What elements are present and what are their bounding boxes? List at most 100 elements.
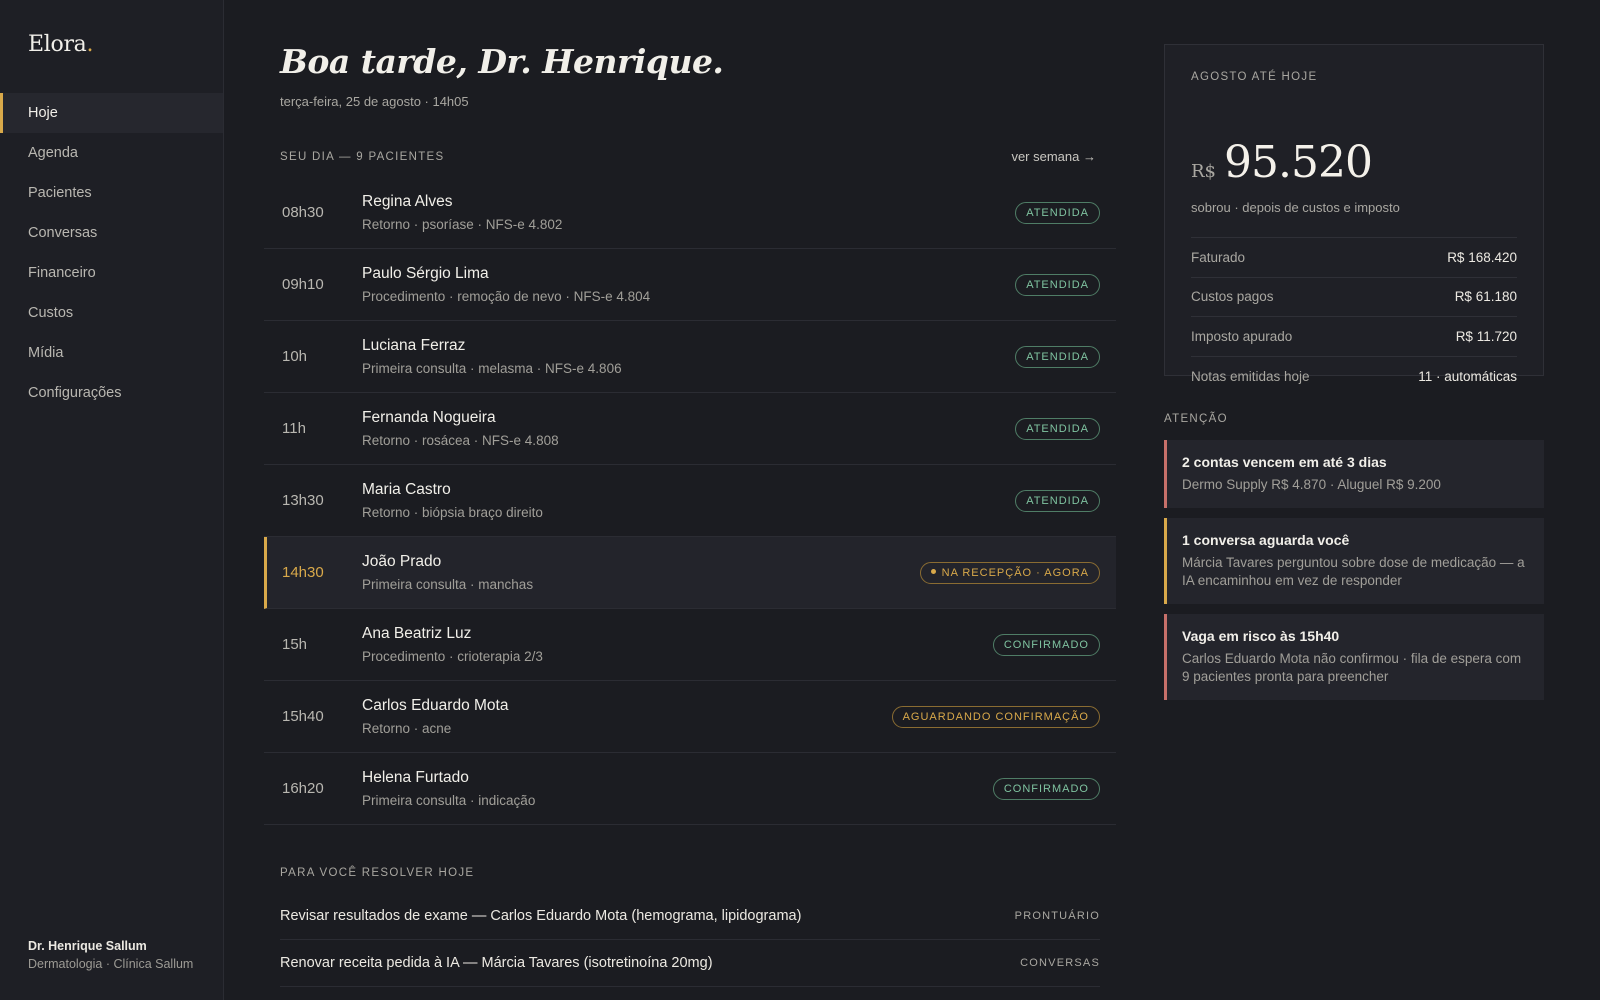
current-date: terça-feira, 25 de agosto · 14h05 — [280, 94, 469, 109]
summary-row-value: 11 · automáticas — [1418, 368, 1517, 384]
alert-text: Carlos Eduardo Mota não confirmou · fila… — [1182, 651, 1522, 684]
see-week-link[interactable]: ver semana → — [1011, 149, 1096, 164]
appointment-list: 08h30 Regina Alves Retorno · psoríase · N… — [264, 177, 1116, 825]
summary-rows: Faturado R$ 168.420 Custos pagos R$ 61.180… — [1191, 237, 1517, 396]
todo-text: Renovar receita pedida à IA — Márcia Tav… — [280, 955, 713, 971]
day-section-label: SEU DIA — 9 PACIENTES — [280, 150, 445, 163]
sidebar-item-hoje[interactable]: Hoje — [0, 93, 223, 133]
alert-card-bills[interactable]: 2 contas vencem em até 3 dias Dermo Supp… — [1164, 440, 1544, 508]
appointment-row[interactable]: 13h30 Maria Castro Retorno · biópsia braç… — [264, 465, 1116, 537]
status-badge: ATENDIDA — [1015, 201, 1100, 224]
appointment-time: 09h10 — [282, 276, 324, 293]
summary-row-label: Faturado — [1191, 249, 1246, 265]
patient-name: Ana Beatriz Luz — [362, 625, 472, 642]
appointment-detail: Retorno · rosácea · NFS-e 4.808 — [362, 433, 559, 448]
summary-row: Faturado R$ 168.420 — [1191, 238, 1517, 278]
appointment-row[interactable]: 09h10 Paulo Sérgio Lima Procedimento · re… — [264, 249, 1116, 321]
sidebar-item-conversas[interactable]: Conversas — [0, 213, 223, 253]
sidebar-nav: Hoje Agenda Pacientes Conversas Financei… — [0, 93, 223, 413]
financial-summary-card[interactable]: AGOSTO ATÉ HOJE R$ 95.520 sobrou · depoi… — [1164, 44, 1544, 384]
user-role: Dermatologia · Clínica Sallum — [28, 957, 194, 971]
summary-subtitle: sobrou · depois de custos e imposto — [1191, 200, 1400, 215]
alert-card-slot-risk[interactable]: Vaga em risco às 15h40 Carlos Eduardo Mo… — [1164, 614, 1544, 700]
appointment-detail: Primeira consulta · melasma · NFS-e 4.80… — [362, 361, 622, 376]
appointment-detail: Primeira consulta · manchas — [362, 577, 534, 592]
appointment-detail: Procedimento · remoção de nevo · NFS-e 4… — [362, 289, 651, 304]
status-badge-label: NA RECEPÇÃO · AGORA — [941, 566, 1089, 579]
alert-text: Márcia Tavares perguntou sobre dose de m… — [1182, 555, 1525, 588]
alert-card-conversation[interactable]: 1 conversa aguarda você Márcia Tavares p… — [1164, 518, 1544, 604]
appointment-detail: Retorno · biópsia braço direito — [362, 505, 543, 520]
page-title: Boa tarde, Dr. Henrique. — [280, 42, 724, 81]
appointment-time: 14h30 — [282, 564, 324, 581]
summary-row-value: R$ 61.180 — [1454, 289, 1517, 305]
summary-row-value: R$ 168.420 — [1447, 249, 1517, 265]
appointment-row[interactable]: 15h Ana Beatriz Luz Procedimento · criote… — [264, 609, 1116, 681]
status-badge: CONFIRMADO — [992, 777, 1100, 800]
alert-title: 2 contas vencem em até 3 dias — [1182, 454, 1387, 470]
patient-name: João Prado — [362, 553, 442, 570]
appointment-row-current[interactable]: 14h30 João Prado Primeira consulta · manc… — [264, 537, 1116, 609]
sidebar-item-configuracoes[interactable]: Configurações — [0, 373, 223, 413]
attention-label: ATENÇÃO — [1164, 413, 1228, 425]
status-badge: NA RECEPÇÃO · AGORA — [919, 561, 1100, 584]
day-header: SEU DIA — 9 PACIENTES ver semana → — [280, 149, 1096, 164]
sidebar-item-pacientes[interactable]: Pacientes — [0, 173, 223, 213]
todo-tag: PRONTUÁRIO — [1014, 910, 1100, 922]
sidebar-item-agenda[interactable]: Agenda — [0, 133, 223, 173]
patient-name: Luciana Ferraz — [362, 337, 466, 354]
summary-row: Imposto apurado R$ 11.720 — [1191, 317, 1517, 357]
summary-value: 95.520 — [1224, 137, 1373, 188]
appointment-time: 10h — [282, 348, 308, 365]
summary-amount: R$ 95.520 — [1191, 137, 1373, 188]
user-profile[interactable]: Dr. Henrique Sallum Dermatologia · Clíni… — [28, 939, 193, 971]
summary-row-label: Custos pagos — [1191, 289, 1274, 305]
alert-text: Dermo Supply R$ 4.870 · Aluguel R$ 9.200 — [1182, 477, 1441, 492]
alert-title: 1 conversa aguarda você — [1182, 532, 1350, 548]
appointment-detail: Procedimento · crioterapia 2/3 — [362, 649, 543, 664]
appointment-time: 15h — [282, 636, 308, 653]
appointment-time: 15h40 — [282, 708, 324, 725]
summary-row-value: R$ 11.720 — [1455, 328, 1517, 344]
todo-item[interactable]: Revisar resultados de exame — Carlos Edu… — [280, 893, 1100, 940]
summary-row-label: Notas emitidas hoje — [1191, 368, 1310, 384]
status-badge: AGUARDANDO CONFIRMAÇÃO — [891, 705, 1100, 728]
summary-row: Custos pagos R$ 61.180 — [1191, 278, 1517, 317]
patient-name: Regina Alves — [362, 193, 453, 210]
patient-name: Paulo Sérgio Lima — [362, 265, 489, 282]
app-logo[interactable]: Elora. — [28, 32, 93, 57]
summary-label: AGOSTO ATÉ HOJE — [1191, 71, 1318, 83]
status-badge: ATENDIDA — [1015, 489, 1100, 512]
sidebar-item-financeiro[interactable]: Financeiro — [0, 253, 223, 293]
patient-name: Fernanda Nogueira — [362, 409, 496, 426]
appointment-row[interactable]: 16h20 Helena Furtado Primeira consulta · … — [264, 753, 1116, 825]
summary-row-label: Imposto apurado — [1191, 328, 1293, 344]
status-badge: ATENDIDA — [1015, 417, 1100, 440]
appointment-detail: Retorno · acne — [362, 721, 452, 736]
todo-item[interactable]: Renovar receita pedida à IA — Márcia Tav… — [280, 940, 1100, 987]
appointment-time: 08h30 — [282, 204, 324, 221]
status-badge: CONFIRMADO — [992, 633, 1100, 656]
patient-name: Carlos Eduardo Mota — [362, 697, 509, 714]
appointment-row[interactable]: 10h Luciana Ferraz Primeira consulta · me… — [264, 321, 1116, 393]
attention-list: 2 contas vencem em até 3 dias Dermo Supp… — [1164, 440, 1544, 710]
user-name: Dr. Henrique Sallum — [28, 939, 147, 953]
todo-list: Revisar resultados de exame — Carlos Edu… — [280, 893, 1100, 987]
live-dot-icon — [930, 569, 936, 575]
summary-currency: R$ — [1191, 161, 1217, 182]
patient-name: Maria Castro — [362, 481, 451, 498]
appointment-time: 11h — [282, 420, 306, 437]
todo-section-label: PARA VOCÊ RESOLVER HOJE — [280, 867, 475, 879]
appointment-row[interactable]: 08h30 Regina Alves Retorno · psoríase · N… — [264, 177, 1116, 249]
main-content: Boa tarde, Dr. Henrique. terça-feira, 25… — [264, 0, 1116, 1000]
summary-row: Notas emitidas hoje 11 · automáticas — [1191, 357, 1517, 397]
app-name: Elora — [28, 32, 87, 57]
appointment-row[interactable]: 11h Fernanda Nogueira Retorno · rosácea ·… — [264, 393, 1116, 465]
sidebar-item-midia[interactable]: Mídia — [0, 333, 223, 373]
appointment-time: 13h30 — [282, 492, 324, 509]
sidebar-item-custos[interactable]: Custos — [0, 293, 223, 333]
status-badge: ATENDIDA — [1015, 345, 1100, 368]
appointment-row[interactable]: 15h40 Carlos Eduardo Mota Retorno · acne … — [264, 681, 1116, 753]
status-badge: ATENDIDA — [1015, 273, 1100, 296]
logo-dot: . — [86, 32, 94, 57]
